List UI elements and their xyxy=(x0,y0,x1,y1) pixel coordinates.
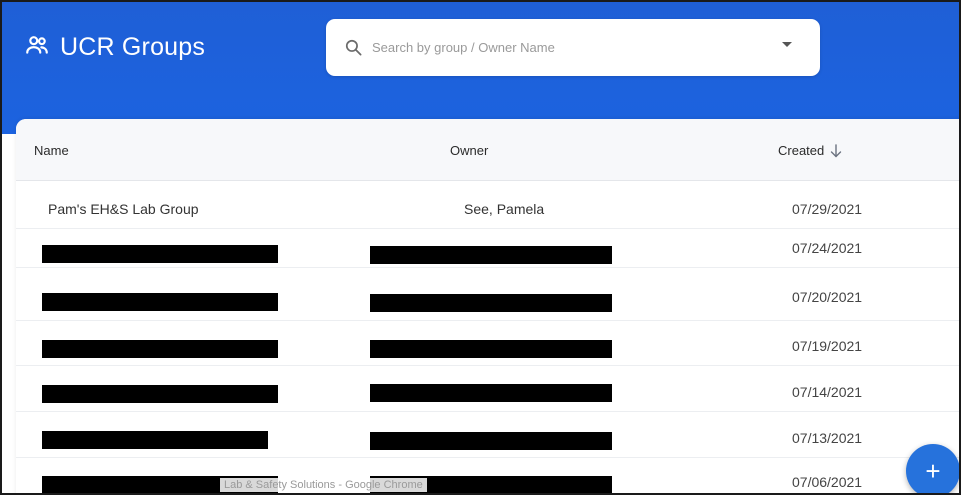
redaction-bar xyxy=(370,294,612,312)
row-created: 07/20/2021 xyxy=(792,289,863,305)
column-header-name[interactable]: Name xyxy=(34,143,69,158)
row-created: 07/06/2021 xyxy=(792,474,863,490)
row-created: 07/24/2021 xyxy=(792,240,863,256)
redaction-bar xyxy=(42,293,278,311)
redaction-bar xyxy=(370,340,612,358)
redaction-bar xyxy=(370,432,612,450)
row-owner: See, Pamela xyxy=(464,201,545,217)
search-bar[interactable] xyxy=(326,19,820,76)
redaction-bar xyxy=(42,340,278,358)
people-icon xyxy=(24,32,50,63)
add-group-button[interactable]: + xyxy=(906,444,959,493)
redaction-bar xyxy=(370,246,612,264)
row-created: 07/19/2021 xyxy=(792,338,863,354)
redaction-bar xyxy=(370,384,612,402)
arrow-down-icon[interactable] xyxy=(830,143,842,158)
app-header: UCR Groups xyxy=(2,2,959,134)
search-icon xyxy=(345,39,362,56)
row-created: 07/29/2021 xyxy=(792,201,863,217)
column-header-created[interactable]: Created xyxy=(778,143,842,158)
redaction-bar xyxy=(42,245,278,263)
row-created: 07/14/2021 xyxy=(792,384,863,400)
search-input[interactable] xyxy=(372,33,752,61)
app-window: UCR Groups Name Owner Created Pam's EH&S… xyxy=(0,0,961,495)
plus-icon: + xyxy=(925,455,941,486)
row-name: Pam's EH&S Lab Group xyxy=(48,201,199,217)
page-title: UCR Groups xyxy=(60,33,206,61)
redaction-bar xyxy=(42,431,268,449)
row-created: 07/13/2021 xyxy=(792,430,863,446)
column-header-created-label: Created xyxy=(778,143,825,158)
window-tooltip: Lab & Safety Solutions - Google Chrome xyxy=(220,478,427,492)
chevron-down-icon[interactable] xyxy=(782,42,792,47)
redaction-bar xyxy=(42,385,278,403)
column-header-owner[interactable]: Owner xyxy=(450,143,488,158)
table-row[interactable]: Pam's EH&S Lab Group See, Pamela 07/29/2… xyxy=(16,191,959,229)
brand[interactable]: UCR Groups xyxy=(24,32,205,63)
